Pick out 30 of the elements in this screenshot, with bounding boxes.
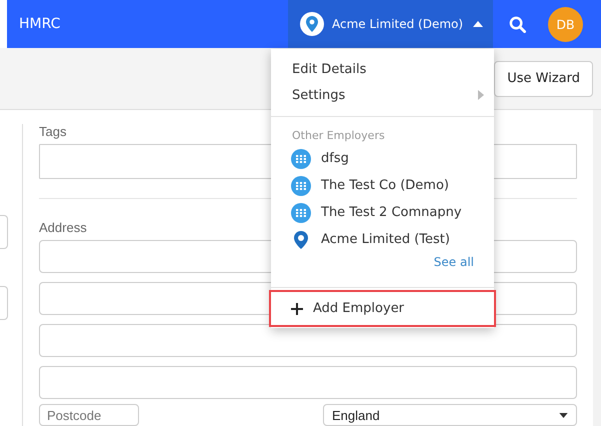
input-field[interactable] xyxy=(0,215,8,249)
see-all-link[interactable]: See all xyxy=(434,255,474,269)
employer-item[interactable]: Acme Limited (Test) xyxy=(271,226,494,253)
menu-item[interactable]: Edit Details xyxy=(271,56,494,82)
employer-item[interactable]: The Test Co (Demo) xyxy=(271,172,494,199)
add-employer-item[interactable]: Add Employer xyxy=(269,290,496,327)
plus-icon xyxy=(291,302,303,314)
caret-icon xyxy=(559,412,568,418)
use-wizard-button[interactable]: Use Wizard xyxy=(494,60,593,96)
section-heading: Other Employers xyxy=(292,129,386,142)
caret-icon xyxy=(473,21,484,27)
postcode-input[interactable]: Postcode xyxy=(39,404,139,426)
employer-switcher[interactable]: Acme Limited (Demo) xyxy=(288,0,493,48)
address-input[interactable] xyxy=(39,366,577,399)
country-select[interactable]: England xyxy=(323,404,577,426)
tags-label: Tags xyxy=(39,124,66,139)
menu-item[interactable]: Settings xyxy=(271,82,494,108)
employer-item[interactable]: The Test 2 Comnapny xyxy=(271,199,494,226)
address-label: Address xyxy=(39,220,87,235)
employer-item[interactable]: dfsg xyxy=(271,145,494,172)
pin-icon xyxy=(291,230,311,250)
chevron-icon xyxy=(478,90,484,100)
building-icon xyxy=(291,148,311,168)
building-icon xyxy=(291,202,311,222)
pin-logo-icon xyxy=(300,12,324,36)
input-field[interactable] xyxy=(0,286,8,320)
app-title: HMRC xyxy=(19,16,62,32)
search-icon[interactable] xyxy=(509,16,526,32)
building-icon xyxy=(291,176,311,196)
scrollbar-track[interactable] xyxy=(593,110,601,426)
